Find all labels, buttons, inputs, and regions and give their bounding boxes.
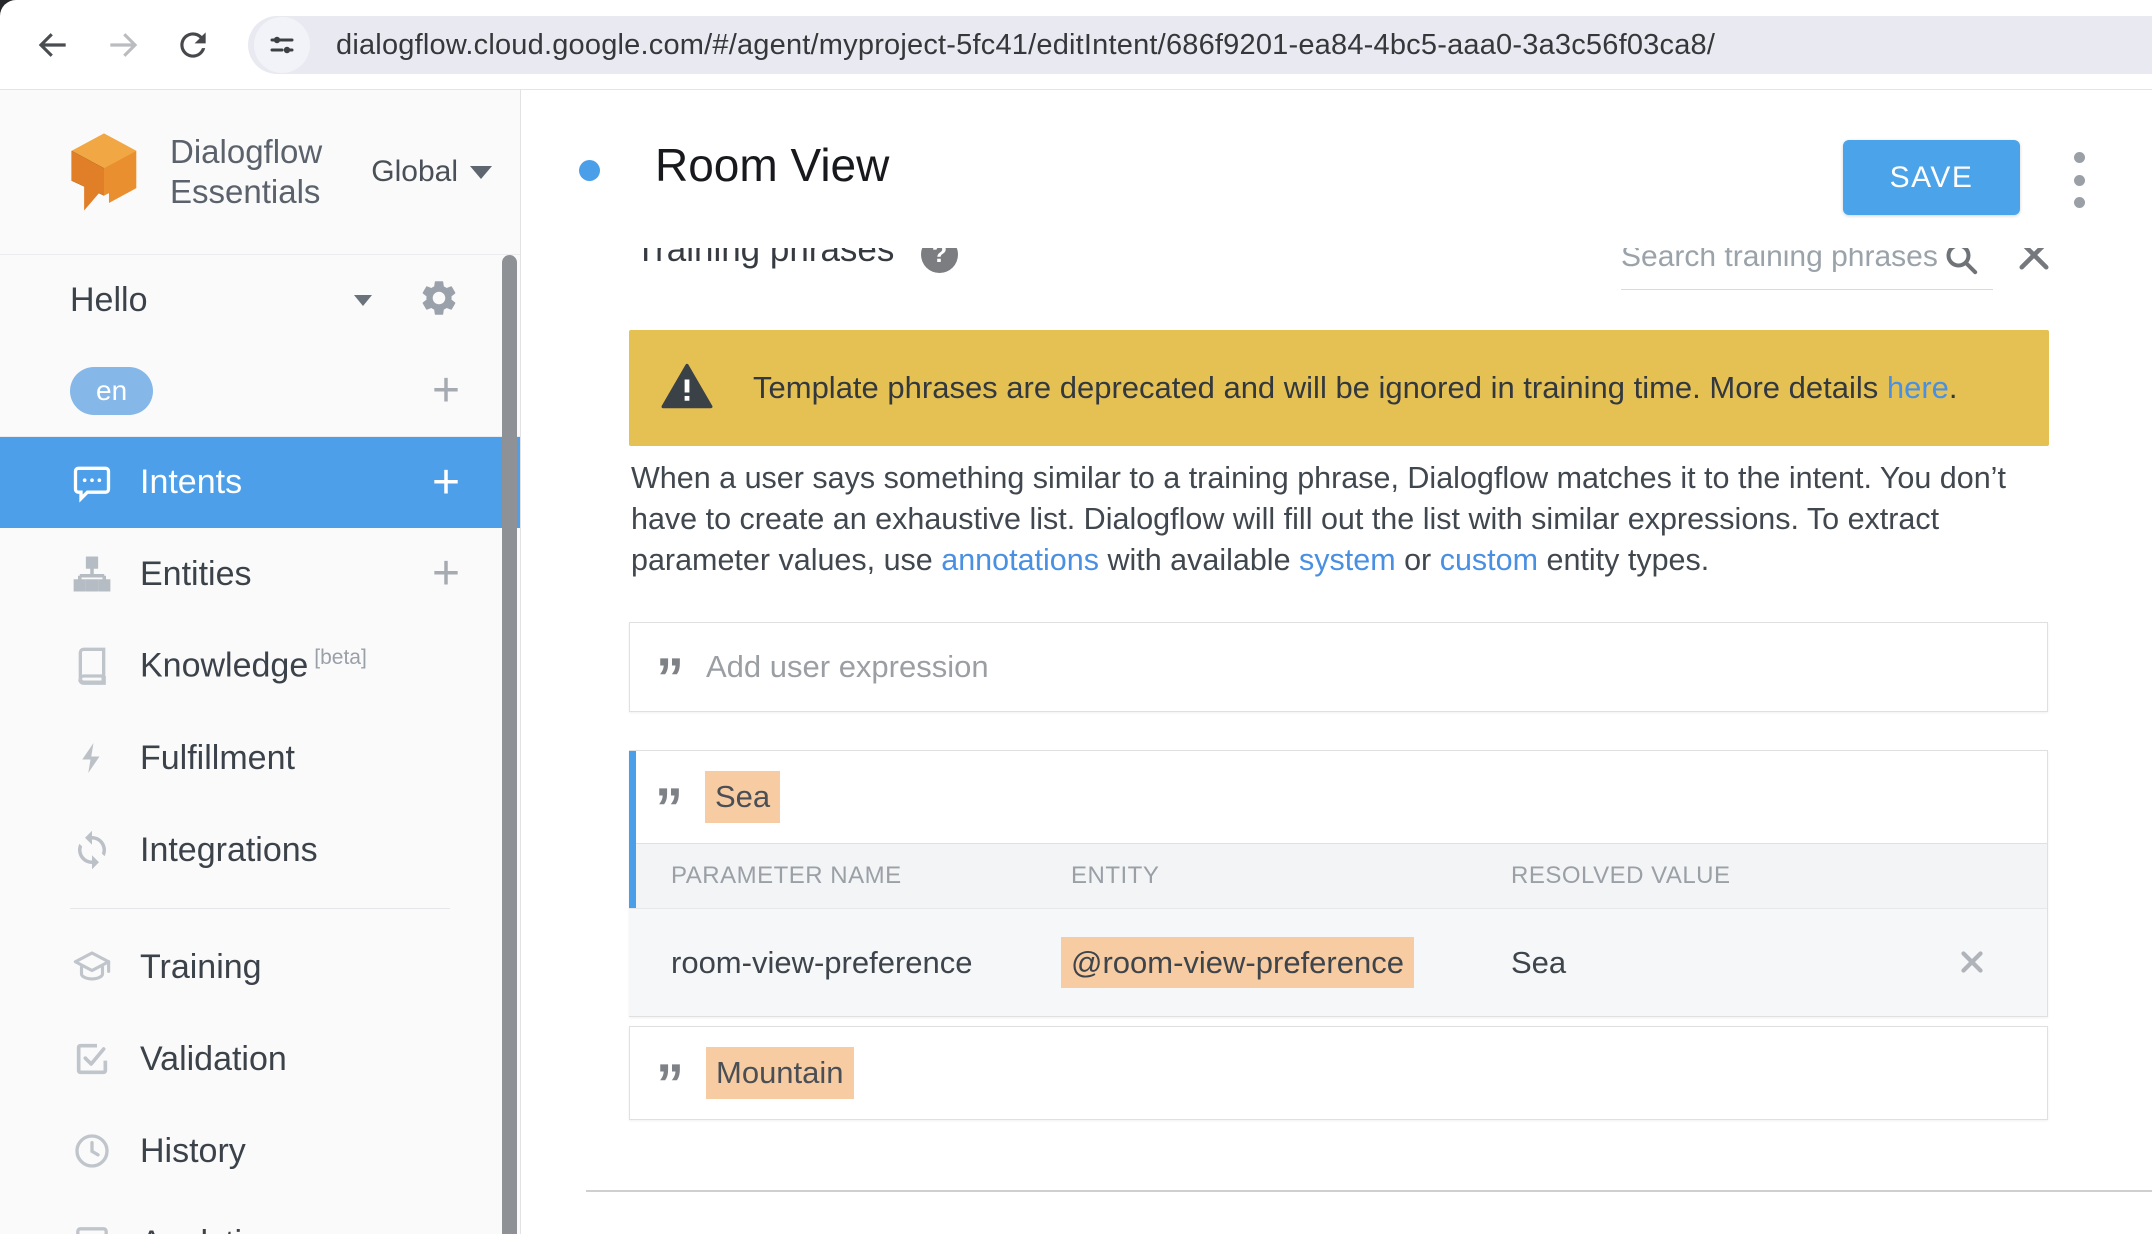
delete-annotation-icon[interactable]	[1955, 945, 1989, 987]
sidebar-item-analytics[interactable]: Analytics	[0, 1197, 520, 1234]
custom-entities-link[interactable]: custom	[1440, 543, 1538, 577]
deprecation-warning-banner: Template phrases are deprecated and will…	[629, 330, 2049, 446]
sidebar-item-integrations[interactable]: Integrations	[0, 804, 520, 896]
annotated-phrase-text[interactable]: Mountain	[706, 1047, 854, 1099]
more-options-kebab-icon[interactable]	[2069, 152, 2089, 208]
agent-dropdown-icon[interactable]	[354, 295, 372, 306]
table-row: room-view-preference @room-view-preferen…	[629, 908, 2047, 1016]
system-entities-link[interactable]: system	[1299, 543, 1396, 577]
warning-text: Template phrases are deprecated and will…	[753, 370, 1958, 406]
column-parameter-name: PARAMETER NAME	[629, 862, 1071, 890]
phrase-row[interactable]: ” Mountain	[630, 1027, 2047, 1119]
sidebar-divider	[70, 908, 450, 909]
phrase-row[interactable]: ” Sea	[629, 751, 2047, 843]
sync-icon	[70, 828, 114, 872]
parameter-table: PARAMETER NAME ENTITY RESOLVED VALUE roo…	[629, 843, 2047, 1016]
training-description: When a user says something similar to a …	[631, 458, 2049, 581]
brand-title: Dialogflow Essentials	[170, 132, 322, 212]
entity-cell[interactable]: @room-view-preference	[1061, 937, 1414, 988]
checkbox-icon	[70, 1037, 114, 1081]
url-text: dialogflow.cloud.google.com/#/agent/mypr…	[336, 29, 1715, 62]
sidebar-item-fulfillment[interactable]: Fulfillment	[0, 712, 520, 804]
add-language-button[interactable]: +	[432, 367, 460, 415]
sidebar: Dialogflow Essentials Global Hello en +	[0, 90, 521, 1234]
annotated-phrase-text[interactable]: Sea	[705, 771, 780, 823]
sidebar-item-history[interactable]: History	[0, 1105, 520, 1197]
intent-header: Room View SAVE	[521, 90, 2152, 248]
main-panel: Training phrases ?	[521, 90, 2152, 1234]
browser-forward-button[interactable]	[98, 20, 148, 70]
training-phrase-card-sea: ” Sea PARAMETER NAME ENTITY RESOLVED VAL…	[629, 750, 2048, 1017]
section-bottom-divider	[586, 1190, 2152, 1192]
dialogflow-logo-icon	[66, 131, 142, 213]
add-entity-button[interactable]: +	[432, 550, 460, 598]
browser-back-button[interactable]	[28, 20, 78, 70]
quote-icon: ”	[656, 656, 702, 678]
graduation-cap-icon	[70, 945, 114, 989]
agent-settings-gear-icon[interactable]	[418, 277, 460, 324]
address-bar[interactable]: dialogflow.cloud.google.com/#/agent/mypr…	[248, 16, 2152, 74]
clock-icon	[70, 1129, 114, 1173]
bar-chart-icon	[70, 1221, 114, 1234]
annotations-link[interactable]: annotations	[941, 543, 1099, 577]
language-row: en +	[0, 345, 520, 437]
chat-bubble-icon	[70, 461, 114, 505]
parameter-table-header: PARAMETER NAME ENTITY RESOLVED VALUE	[629, 844, 2047, 908]
language-badge[interactable]: en	[70, 367, 153, 415]
brand-header: Dialogflow Essentials Global	[0, 90, 520, 255]
site-settings-icon[interactable]	[254, 17, 310, 73]
column-entity: ENTITY	[1071, 862, 1511, 890]
sidebar-item-validation[interactable]: Validation	[0, 1013, 520, 1105]
browser-reload-button[interactable]	[168, 20, 218, 70]
book-icon	[70, 644, 114, 688]
chevron-down-icon	[470, 166, 492, 179]
quote-icon: ”	[656, 1062, 702, 1084]
sidebar-item-intents[interactable]: Intents +	[0, 437, 520, 528]
browser-toolbar: dialogflow.cloud.google.com/#/agent/mypr…	[0, 0, 2152, 90]
agent-name[interactable]: Hello	[70, 281, 147, 320]
beta-badge: [beta]	[314, 646, 367, 669]
column-resolved-value: RESOLVED VALUE	[1511, 862, 2047, 890]
parameter-name-cell[interactable]: room-view-preference	[629, 945, 1071, 981]
intent-title: Room View	[655, 138, 889, 192]
training-phrase-card-mountain: ” Mountain	[629, 1026, 2048, 1120]
sidebar-scrollbar[interactable]	[502, 255, 517, 1234]
agent-selector-row: Hello	[0, 255, 520, 345]
sidebar-item-knowledge[interactable]: Knowledge[beta]	[0, 620, 520, 712]
bolt-icon	[70, 736, 114, 780]
add-intent-button[interactable]: +	[432, 459, 460, 507]
region-selector[interactable]: Global	[371, 155, 492, 189]
add-user-expression-input[interactable]	[706, 649, 2047, 685]
sitemap-icon	[70, 552, 114, 596]
add-expression-card: ”	[629, 622, 2048, 712]
quote-icon: ”	[655, 786, 701, 808]
intent-status-dot	[579, 160, 600, 181]
warning-icon	[661, 362, 713, 415]
warning-here-link[interactable]: here	[1887, 370, 1949, 405]
sidebar-item-entities[interactable]: Entities +	[0, 528, 520, 620]
sidebar-item-training[interactable]: Training	[0, 921, 520, 1013]
save-button[interactable]: SAVE	[1843, 140, 2020, 215]
